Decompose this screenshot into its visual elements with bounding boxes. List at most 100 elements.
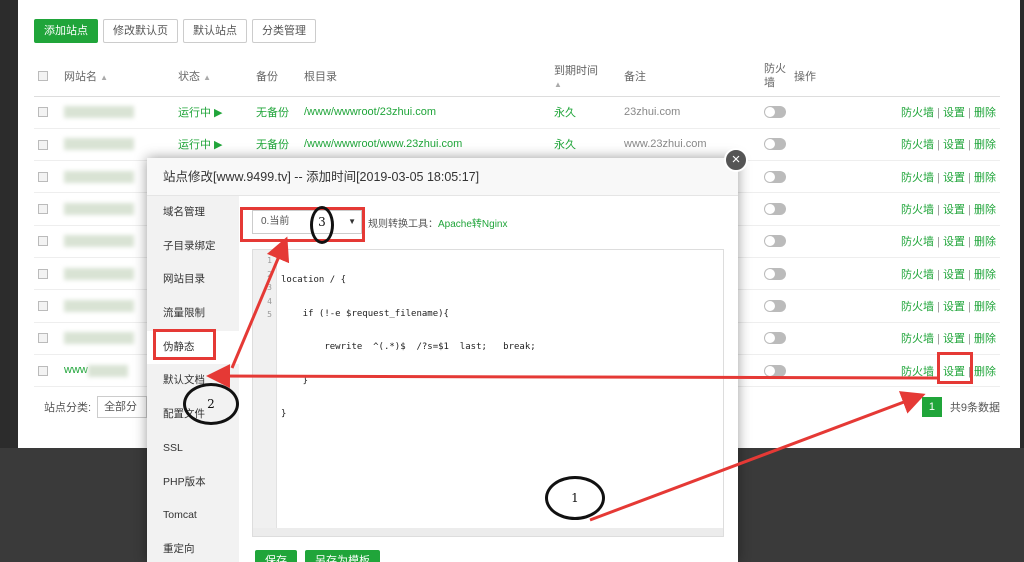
category-label: 站点分类: (44, 402, 92, 414)
row-checkbox[interactable] (38, 236, 48, 247)
code-content[interactable]: location / { if (!-e $request_filename){… (281, 254, 536, 442)
row-checkbox[interactable] (38, 301, 48, 312)
side-item-ssl[interactable]: SSL (147, 432, 239, 466)
op-firewall-link[interactable]: 防火墙 (901, 139, 934, 151)
site-name-partial[interactable]: www (64, 364, 88, 376)
row-checkbox[interactable] (38, 139, 48, 150)
side-item-domain[interactable]: 域名管理 (147, 196, 239, 230)
op-firewall-link[interactable]: 防火墙 (901, 301, 934, 313)
expire-value[interactable]: 永久 (550, 128, 620, 162)
side-item-default-doc[interactable]: 默认文档 (147, 364, 239, 398)
op-firewall-link[interactable]: 防火墙 (901, 236, 934, 248)
firewall-toggle[interactable] (764, 235, 786, 248)
op-firewall-link[interactable]: 防火墙 (901, 107, 934, 119)
site-name-blurred[interactable] (64, 332, 134, 345)
apache-to-nginx-link[interactable]: Apache转Nginx (438, 219, 507, 230)
op-settings-link-target[interactable]: 设置 (943, 366, 965, 378)
op-firewall-link[interactable]: 防火墙 (901, 333, 934, 345)
header-site-name[interactable]: 网站名 (64, 71, 97, 83)
op-delete-link[interactable]: 删除 (974, 107, 996, 119)
side-item-rewrite[interactable]: 伪静态 (147, 330, 239, 365)
row-checkbox[interactable] (38, 365, 48, 376)
side-item-redirect[interactable]: 重定向 (147, 533, 239, 562)
firewall-toggle[interactable] (764, 138, 786, 151)
side-item-subdir[interactable]: 子目录绑定 (147, 230, 239, 264)
op-delete-link[interactable]: 删除 (974, 204, 996, 216)
op-settings-link[interactable]: 设置 (943, 333, 965, 345)
firewall-toggle[interactable] (764, 106, 786, 119)
select-all-checkbox[interactable] (38, 70, 48, 81)
side-item-php-version[interactable]: PHP版本 (147, 466, 239, 500)
op-delete-link[interactable]: 删除 (974, 139, 996, 151)
header-status[interactable]: 状态 (178, 71, 200, 83)
status-running[interactable]: 运行中 ▶ (174, 96, 252, 129)
category-manage-button[interactable]: 分类管理 (252, 19, 316, 43)
firewall-toggle[interactable] (764, 203, 786, 216)
firewall-toggle[interactable] (764, 170, 786, 183)
row-checkbox[interactable] (38, 107, 48, 118)
side-item-tomcat[interactable]: Tomcat (147, 499, 239, 533)
sort-icon[interactable]: ▲ (554, 80, 562, 89)
status-running[interactable]: 运行中 ▶ (174, 128, 252, 162)
firewall-toggle[interactable] (764, 332, 786, 345)
op-settings-link[interactable]: 设置 (943, 236, 965, 248)
op-firewall-link[interactable]: 防火墙 (901, 269, 934, 281)
sort-icon[interactable]: ▲ (100, 73, 108, 82)
header-backup: 备份 (256, 70, 278, 83)
backup-status[interactable]: 无备份 (252, 128, 300, 162)
note-value[interactable]: 23zhui.com (620, 96, 760, 129)
op-firewall-link[interactable]: 防火墙 (901, 172, 934, 184)
op-delete-link[interactable]: 删除 (974, 333, 996, 345)
category-select[interactable]: 全部分类 (97, 396, 148, 418)
row-checkbox[interactable] (38, 204, 48, 215)
save-button[interactable]: 保存 (255, 550, 297, 562)
default-site-button[interactable]: 默认站点 (183, 19, 247, 43)
page-1-button[interactable]: 1 (921, 397, 942, 417)
op-delete-link[interactable]: 删除 (974, 366, 996, 378)
line-number: 2 (267, 269, 272, 279)
op-firewall-link[interactable]: 防火墙 (901, 366, 934, 378)
firewall-toggle[interactable] (764, 267, 786, 280)
op-delete-link[interactable]: 删除 (974, 236, 996, 248)
op-delete-link[interactable]: 删除 (974, 269, 996, 281)
firewall-toggle[interactable] (764, 299, 786, 312)
edit-default-page-button[interactable]: 修改默认页 (103, 19, 178, 43)
side-item-traffic-limit[interactable]: 流量限制 (147, 297, 239, 331)
site-name-blurred[interactable] (64, 170, 134, 183)
side-item-site-dir[interactable]: 网站目录 (147, 263, 239, 297)
editor-horizontal-scrollbar[interactable] (253, 528, 723, 536)
row-checkbox[interactable] (38, 333, 48, 344)
site-name-blurred[interactable] (64, 106, 134, 119)
op-firewall-link[interactable]: 防火墙 (901, 204, 934, 216)
expire-value[interactable]: 永久 (550, 96, 620, 129)
row-checkbox[interactable] (38, 268, 48, 279)
root-path-link[interactable]: /www/wwwroot/www.23zhui.com (300, 128, 550, 162)
side-item-config-file[interactable]: 配置文件 (147, 398, 239, 432)
op-delete-link[interactable]: 删除 (974, 301, 996, 313)
op-settings-link[interactable]: 设置 (943, 301, 965, 313)
close-icon[interactable]: × (724, 148, 748, 172)
op-settings-link[interactable]: 设置 (943, 204, 965, 216)
site-name-blurred[interactable] (64, 267, 134, 280)
site-name-blurred[interactable] (64, 203, 134, 216)
op-delete-link[interactable]: 删除 (974, 172, 996, 184)
op-settings-link[interactable]: 设置 (943, 139, 965, 151)
code-line: } (281, 375, 309, 386)
row-checkbox[interactable] (38, 171, 48, 182)
op-settings-link[interactable]: 设置 (943, 269, 965, 281)
add-site-button[interactable]: 添加站点 (34, 19, 98, 43)
rewrite-code-editor[interactable]: 1 2 3 4 5 location / { if (!-e $request_… (252, 249, 724, 537)
site-name-blurred[interactable] (64, 299, 134, 312)
op-settings-link[interactable]: 设置 (943, 172, 965, 184)
site-name-blurred[interactable] (64, 235, 134, 248)
save-as-template-button[interactable]: 另存为模板 (305, 550, 380, 562)
op-settings-link[interactable]: 设置 (943, 107, 965, 119)
site-name-blurred[interactable] (64, 138, 134, 151)
sort-icon[interactable]: ▲ (203, 73, 211, 82)
toolbar: 添加站点 修改默认页 默认站点 分类管理 (34, 19, 316, 43)
root-path-link[interactable]: /www/wwwroot/23zhui.com (300, 96, 550, 129)
rewrite-rule-select[interactable]: 0.当前 ▼ (252, 210, 362, 234)
firewall-toggle[interactable] (764, 364, 786, 377)
backup-status[interactable]: 无备份 (252, 96, 300, 129)
header-expire[interactable]: 到期时间 (554, 65, 598, 77)
